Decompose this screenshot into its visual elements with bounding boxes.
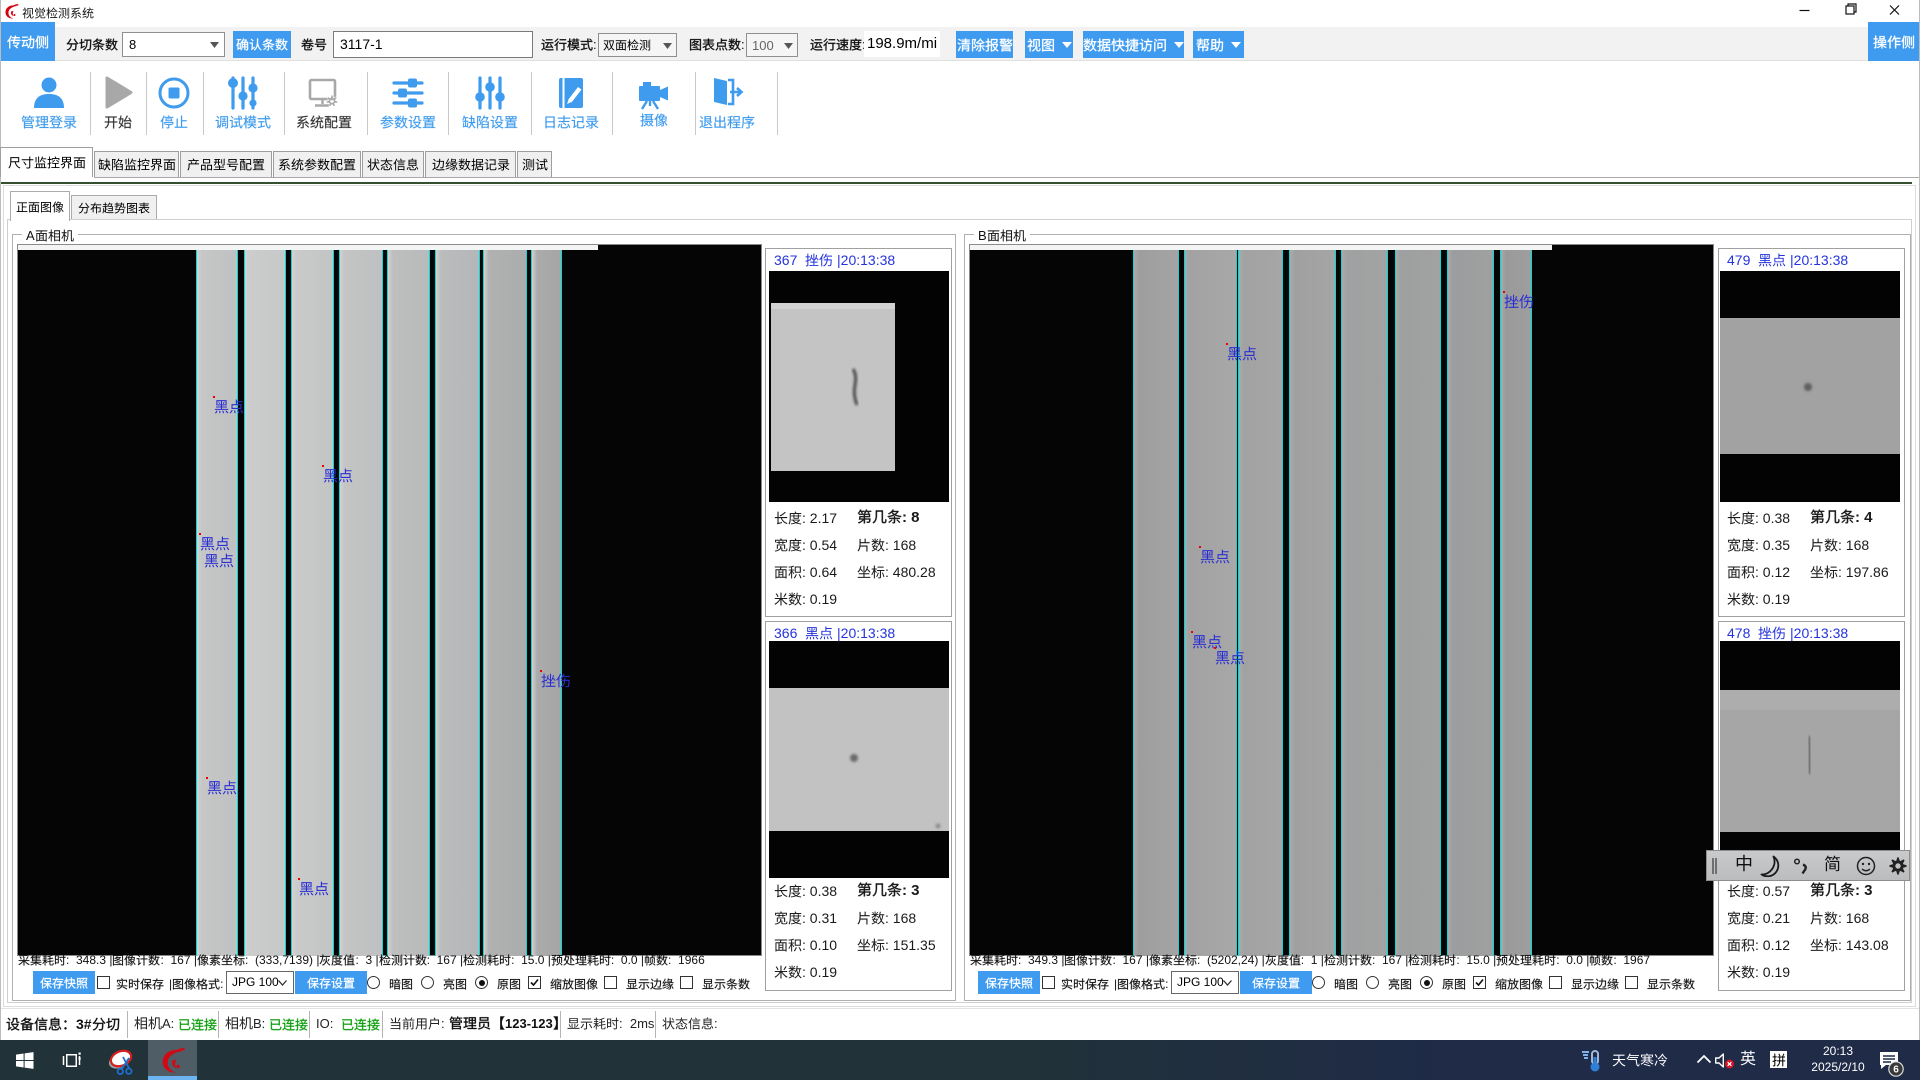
svg-text:6: 6 — [1893, 1064, 1899, 1075]
